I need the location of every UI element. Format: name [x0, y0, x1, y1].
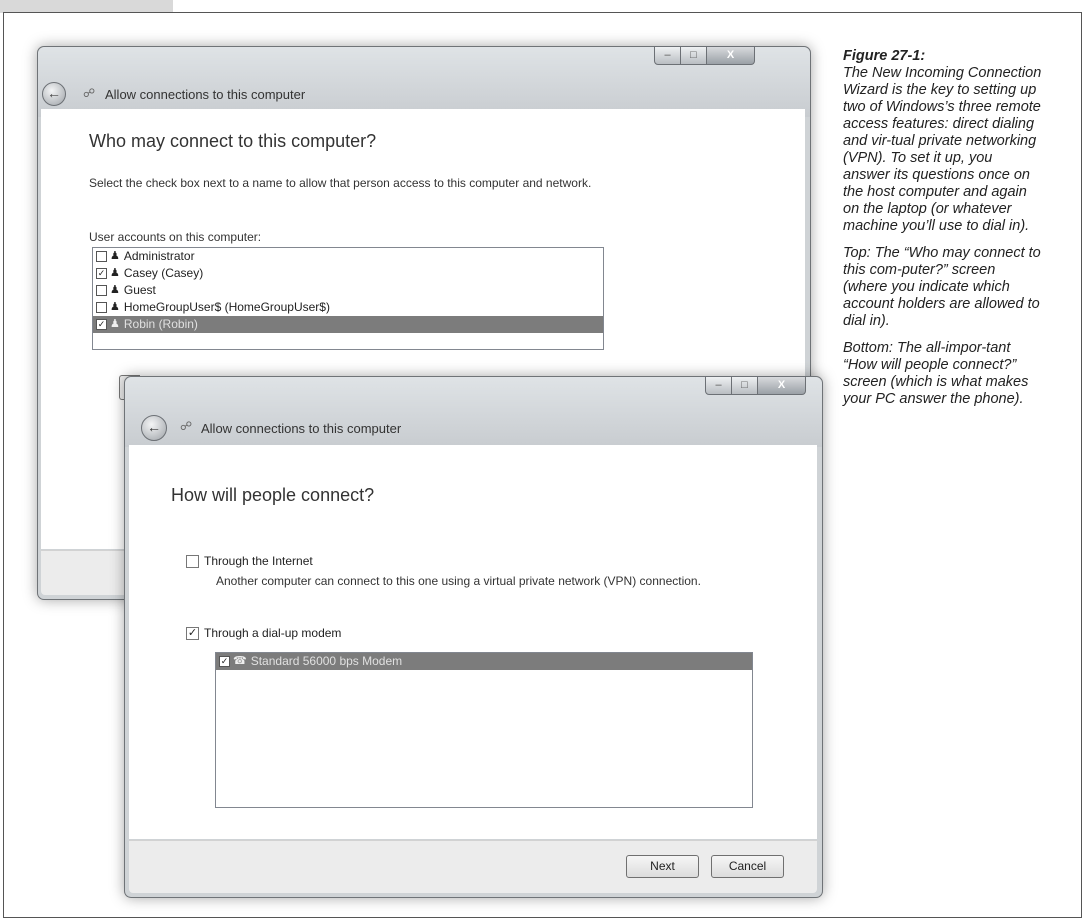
row-checkbox[interactable]: ✓	[219, 656, 230, 667]
internet-checkbox[interactable]	[186, 554, 199, 568]
page-heading: How will people connect?	[171, 485, 375, 505]
row-checkbox[interactable]: ✓	[96, 268, 107, 279]
caption-main: Figure 27-1: The New Incoming Connection…	[843, 48, 1043, 235]
option-through-internet[interactable]: Through the Internet	[186, 554, 313, 568]
back-arrow-icon[interactable]: ←	[42, 82, 66, 106]
modem-option-label: Through a dial-up modem	[204, 626, 342, 640]
back-arrow-icon[interactable]: ←	[141, 415, 167, 441]
next-button[interactable]: Next	[626, 855, 699, 878]
caption-bottom-note: Bottom: The all-impor-tant “How will peo…	[843, 340, 1029, 407]
minimize-button[interactable]: –	[705, 376, 732, 395]
row-label: Guest	[123, 283, 156, 297]
figure-description: The New Incoming Connection Wizard is th…	[843, 65, 1042, 234]
modem-icon: ☎	[233, 655, 247, 667]
accounts-list-label: User accounts on this computer:	[89, 230, 262, 244]
user-icon: ♟	[110, 301, 120, 313]
user-icon: ♟	[110, 250, 120, 262]
wizard-window-connect: – □ X ← ☍ Allow connections to this comp…	[124, 376, 823, 898]
row-checkbox[interactable]: ✓	[96, 319, 107, 330]
window-title: Allow connections to this computer	[201, 421, 402, 436]
row-checkbox[interactable]	[96, 302, 107, 313]
instructions-text: Select the check box next to a name to a…	[89, 176, 592, 190]
wizard-footer: Next Cancel	[129, 840, 817, 893]
modem-listbox[interactable]: ✓ ☎ Standard 56000 bps Modem	[215, 652, 753, 808]
cancel-button[interactable]: Cancel	[711, 855, 784, 878]
modem-list-item[interactable]: ✓ ☎ Standard 56000 bps Modem	[216, 653, 752, 670]
account-list-item[interactable]: ♟ HomeGroupUser$ (HomeGroupUser$)	[93, 299, 603, 316]
row-label: Casey (Casey)	[123, 266, 204, 280]
internet-option-description: Another computer can connect to this one…	[216, 574, 701, 588]
maximize-button[interactable]: □	[732, 376, 758, 395]
window-title: Allow connections to this computer	[105, 87, 306, 102]
option-dial-up-modem[interactable]: ✓ Through a dial-up modem	[186, 626, 341, 640]
row-label: Standard 56000 bps Modem	[250, 654, 403, 668]
figure-caption: Figure 27-1: The New Incoming Connection…	[843, 48, 1043, 418]
account-list-item[interactable]: ♟ Guest	[93, 282, 603, 299]
page-heading: Who may connect to this computer?	[89, 131, 377, 151]
account-list-item[interactable]: ✓ ♟ Robin (Robin)	[93, 316, 603, 333]
user-icon: ♟	[110, 284, 120, 296]
row-checkbox[interactable]	[96, 251, 107, 262]
minimize-button[interactable]: –	[654, 46, 681, 65]
row-label: Robin (Robin)	[123, 317, 198, 331]
network-icon: ☍	[180, 419, 193, 433]
account-list-item[interactable]: ✓ ♟ Casey (Casey)	[93, 265, 603, 282]
wizard-content: How will people connect? Through the Int…	[129, 445, 817, 839]
row-label: HomeGroupUser$ (HomeGroupUser$)	[123, 300, 330, 314]
row-label: Administrator	[123, 249, 195, 263]
window-controls: – □ X	[705, 376, 806, 395]
user-icon: ♟	[110, 318, 120, 330]
window-controls: – □ X	[654, 46, 755, 65]
maximize-button[interactable]: □	[681, 46, 707, 65]
network-icon: ☍	[83, 86, 96, 100]
row-checkbox[interactable]	[96, 285, 107, 296]
modem-checkbox[interactable]: ✓	[186, 626, 199, 640]
user-icon: ♟	[110, 267, 120, 279]
close-button[interactable]: X	[707, 46, 755, 65]
figure-label: Figure 27-1:	[843, 48, 926, 64]
accounts-listbox[interactable]: ♟ Administrator ✓ ♟ Casey (Casey) ♟ Guest ♟ Home…	[92, 247, 604, 350]
internet-option-label: Through the Internet	[204, 554, 313, 568]
account-list-item[interactable]: ♟ Administrator	[93, 248, 603, 265]
close-button[interactable]: X	[758, 376, 806, 395]
caption-top-note: Top: The “Who may connect to this com-pu…	[843, 245, 1041, 329]
